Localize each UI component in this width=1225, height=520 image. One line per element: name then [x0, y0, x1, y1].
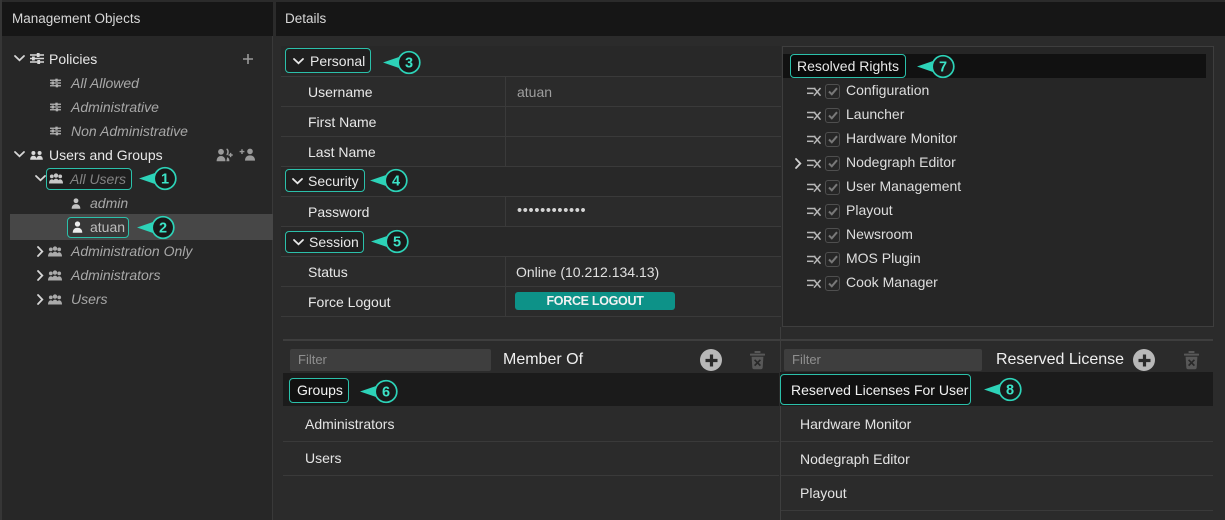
svg-text:6: 6: [381, 384, 389, 400]
svg-text:2: 2: [159, 220, 167, 236]
svg-text:8: 8: [1006, 383, 1014, 399]
svg-text:1: 1: [161, 172, 169, 188]
svg-text:3: 3: [404, 55, 412, 71]
svg-text:5: 5: [392, 235, 400, 251]
svg-text:4: 4: [392, 173, 400, 189]
svg-text:7: 7: [938, 59, 946, 75]
